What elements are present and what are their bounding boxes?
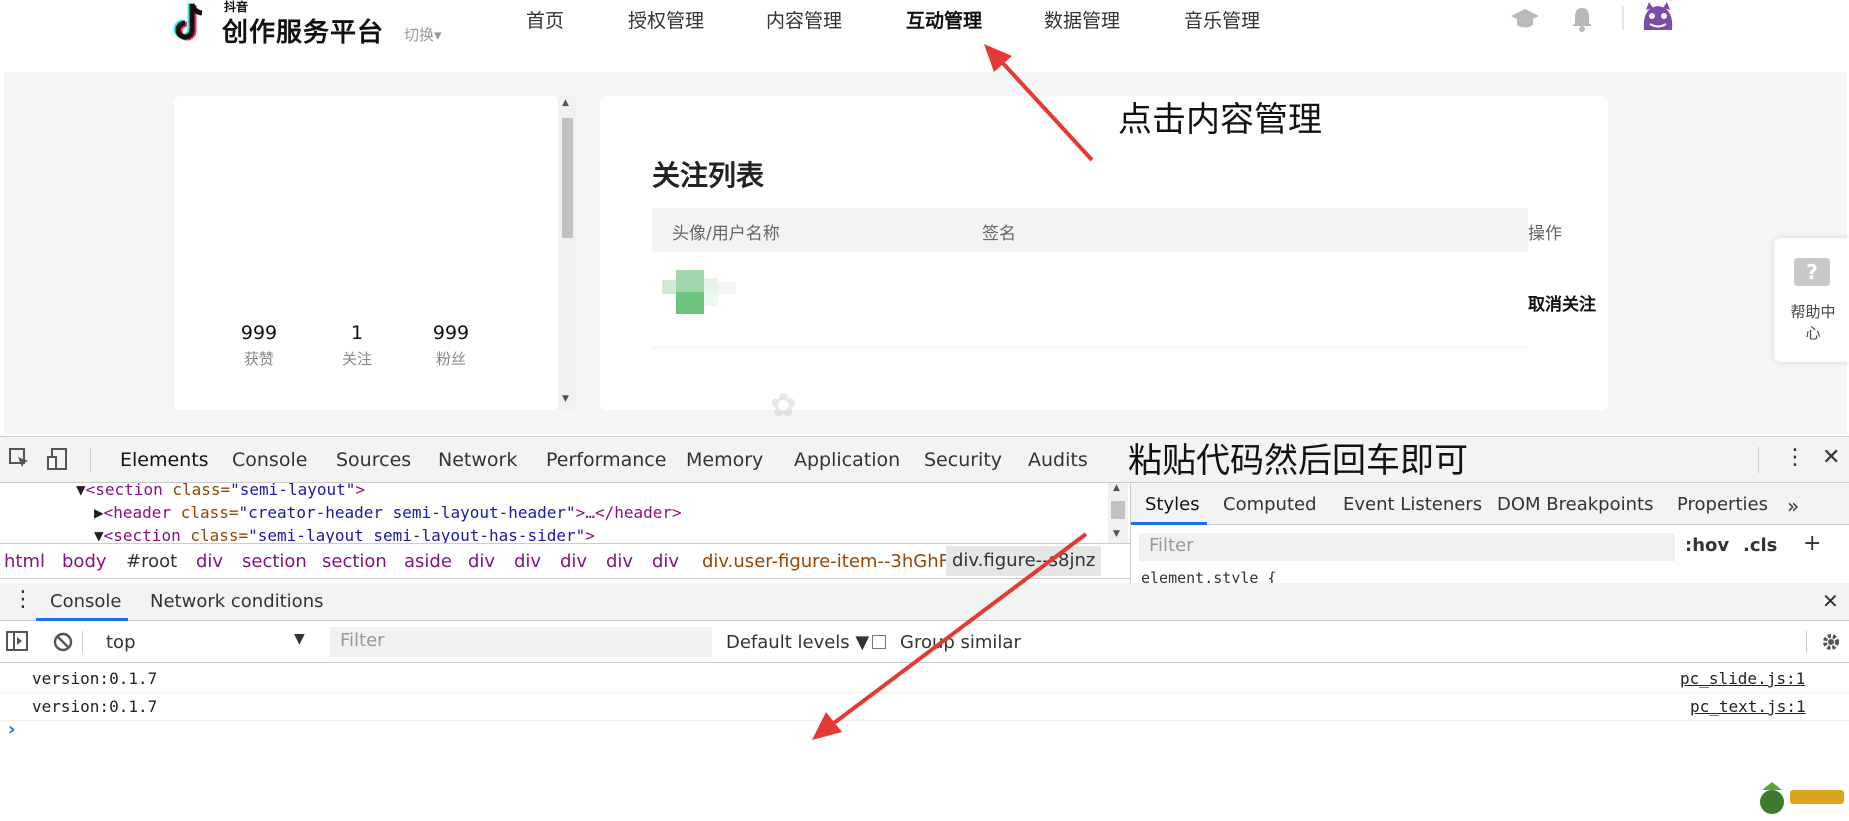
arrow-to-nav [984, 44, 1094, 162]
arrow-to-console [812, 532, 1088, 740]
watermark-logo-icon [1760, 782, 1844, 814]
annotation-arrows [812, 44, 1094, 740]
corner-watermark-logo [1752, 778, 1848, 818]
